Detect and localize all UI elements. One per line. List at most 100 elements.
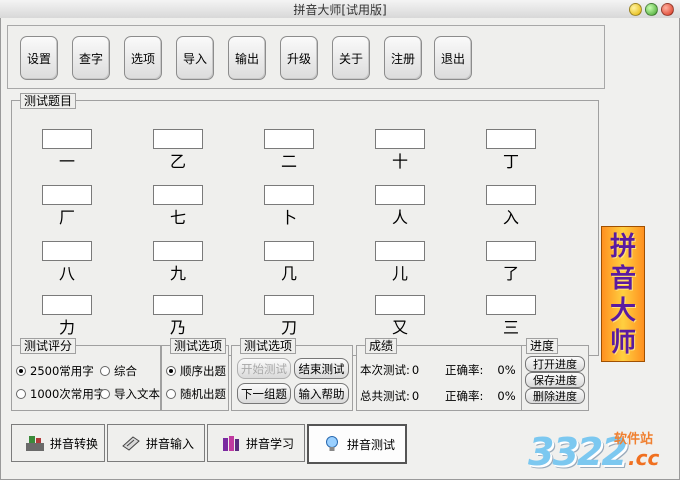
start-test-button[interactable]: 开始测试 <box>237 358 291 379</box>
test-controls-label: 测试选项 <box>240 338 297 354</box>
radio-random[interactable]: 随机出题 <box>166 386 226 402</box>
this-test-label: 本次测试: <box>360 363 410 377</box>
question-char: 又 <box>391 318 408 337</box>
radio-import-text[interactable]: 导入文本 <box>100 386 160 402</box>
pinyin-input[interactable] <box>375 185 425 205</box>
question-char: 九 <box>169 264 186 283</box>
total-rate-value: 0% <box>497 389 516 403</box>
test-options-label: 测试选项 <box>170 338 227 354</box>
radio-random-label: 随机出题 <box>180 387 226 401</box>
question-char: 乃 <box>169 318 186 337</box>
watermark-number: 3322 <box>528 430 628 474</box>
radio-selected-icon <box>166 366 176 376</box>
minimize-icon[interactable] <box>629 3 642 16</box>
options-button[interactable]: 选项 <box>124 36 162 80</box>
pinyin-input[interactable] <box>264 241 314 261</box>
question-char: 儿 <box>391 264 408 283</box>
radio-2500[interactable]: 2500常用字 <box>16 363 94 379</box>
pinyin-input[interactable] <box>486 129 536 149</box>
pinyin-input[interactable] <box>153 295 203 315</box>
question-char: 刀 <box>280 318 297 337</box>
close-icon[interactable] <box>661 3 674 16</box>
question-char: 几 <box>280 264 297 283</box>
pinyin-input[interactable] <box>375 241 425 261</box>
radio-order[interactable]: 顺序出题 <box>166 363 226 379</box>
tab-pinyin-test-label: 拼音测试 <box>347 437 396 452</box>
total-test-label: 总共测试: <box>360 389 410 403</box>
banner-char: 大 <box>609 296 636 326</box>
settings-button[interactable]: 设置 <box>20 36 58 80</box>
title-bar: 拼音大师[试用版] <box>0 0 680 19</box>
upgrade-button[interactable]: 升级 <box>280 36 318 80</box>
pinyin-input[interactable] <box>42 185 92 205</box>
tab-pinyin-input[interactable]: 拼音输入 <box>107 424 205 462</box>
tab-pinyin-learn[interactable]: 拼音学习 <box>207 424 305 462</box>
progress-label: 进度 <box>526 338 559 354</box>
total-test-count: 0 <box>411 389 420 403</box>
test-questions-panel: 测试题目 一 乙 二 十 丁 厂 七 卜 人 入 八 九 几 儿 了 力 乃 刀… <box>11 93 599 356</box>
register-button[interactable]: 注册 <box>384 36 422 80</box>
question-char: 入 <box>502 208 519 227</box>
question-char: 三 <box>502 318 519 337</box>
pinyin-input[interactable] <box>486 185 536 205</box>
banner-char: 师 <box>609 328 636 358</box>
question-char: 七 <box>169 208 186 227</box>
question-char: 厂 <box>58 208 75 227</box>
next-group-button[interactable]: 下一组题 <box>237 383 291 404</box>
delete-progress-button[interactable]: 删除进度 <box>525 388 585 404</box>
exit-button[interactable]: 退出 <box>434 36 472 80</box>
pinyin-input[interactable] <box>153 129 203 149</box>
question-char: 一 <box>58 152 75 171</box>
import-button[interactable]: 导入 <box>176 36 214 80</box>
total-rate-label: 正确率: <box>445 389 484 403</box>
pinyin-input[interactable] <box>42 295 92 315</box>
tab-pinyin-input-label: 拼音输入 <box>146 436 195 451</box>
pinyin-input[interactable] <box>486 295 536 315</box>
pinyin-input[interactable] <box>264 185 314 205</box>
keyboard-icon <box>120 433 142 453</box>
maximize-icon[interactable] <box>645 3 658 16</box>
pinyin-input[interactable] <box>375 295 425 315</box>
tab-pinyin-convert-label: 拼音转换 <box>50 436 99 451</box>
toolbar: 设置 查字 选项 导入 输出 升级 关于 注册 退出 <box>7 25 605 89</box>
question-char: 乙 <box>169 152 186 171</box>
results-label: 成绩 <box>365 338 398 354</box>
export-button[interactable]: 输出 <box>228 36 266 80</box>
radio-icon <box>100 389 110 399</box>
banner-char: 音 <box>609 264 636 294</box>
open-progress-button[interactable]: 打开进度 <box>525 356 585 372</box>
pinyin-input[interactable] <box>153 241 203 261</box>
tab-pinyin-convert[interactable]: 拼音转换 <box>11 424 105 462</box>
score-panel: 测试评分 2500常用字 综合 1000次常用字 导入文本 <box>11 338 161 411</box>
radio-order-label: 顺序出题 <box>180 364 226 378</box>
input-help-button[interactable]: 输入帮助 <box>294 383 349 404</box>
lookup-char-button[interactable]: 查字 <box>72 36 110 80</box>
pinyin-input[interactable] <box>42 241 92 261</box>
save-progress-button[interactable]: 保存进度 <box>525 372 585 388</box>
about-button[interactable]: 关于 <box>332 36 370 80</box>
pinyin-input[interactable] <box>264 295 314 315</box>
books-icon <box>220 433 242 453</box>
this-rate-value: 0% <box>497 363 516 377</box>
main-window: 设置 查字 选项 导入 输出 升级 关于 注册 退出 测试题目 一 乙 二 十 … <box>0 18 680 480</box>
pinyin-input[interactable] <box>264 129 314 149</box>
pinyin-input[interactable] <box>486 241 536 261</box>
question-char: 人 <box>391 208 408 227</box>
pinyin-input[interactable] <box>375 129 425 149</box>
end-test-button[interactable]: 结束测试 <box>294 358 349 379</box>
this-test-count: 0 <box>411 363 420 377</box>
pinyin-input[interactable] <box>42 129 92 149</box>
progress-panel: 进度 打开进度 保存进度 删除进度 <box>521 338 589 411</box>
question-char: 卜 <box>280 208 297 227</box>
question-char: 十 <box>391 152 408 171</box>
tab-pinyin-test[interactable]: 拼音测试 <box>307 424 407 464</box>
test-controls-panel: 测试选项 开始测试 结束测试 下一组题 输入帮助 <box>231 338 353 411</box>
pinyin-input[interactable] <box>153 185 203 205</box>
brand-banner: 拼 音 大 师 <box>601 226 645 362</box>
tab-pinyin-learn-label: 拼音学习 <box>246 436 295 451</box>
radio-selected-icon <box>16 366 26 376</box>
watermark-domain: .cc <box>628 446 660 470</box>
radio-comprehensive[interactable]: 综合 <box>100 363 137 379</box>
watermark: 3322 软件站 .cc <box>528 424 676 478</box>
radio-1000[interactable]: 1000次常用字 <box>16 386 105 402</box>
